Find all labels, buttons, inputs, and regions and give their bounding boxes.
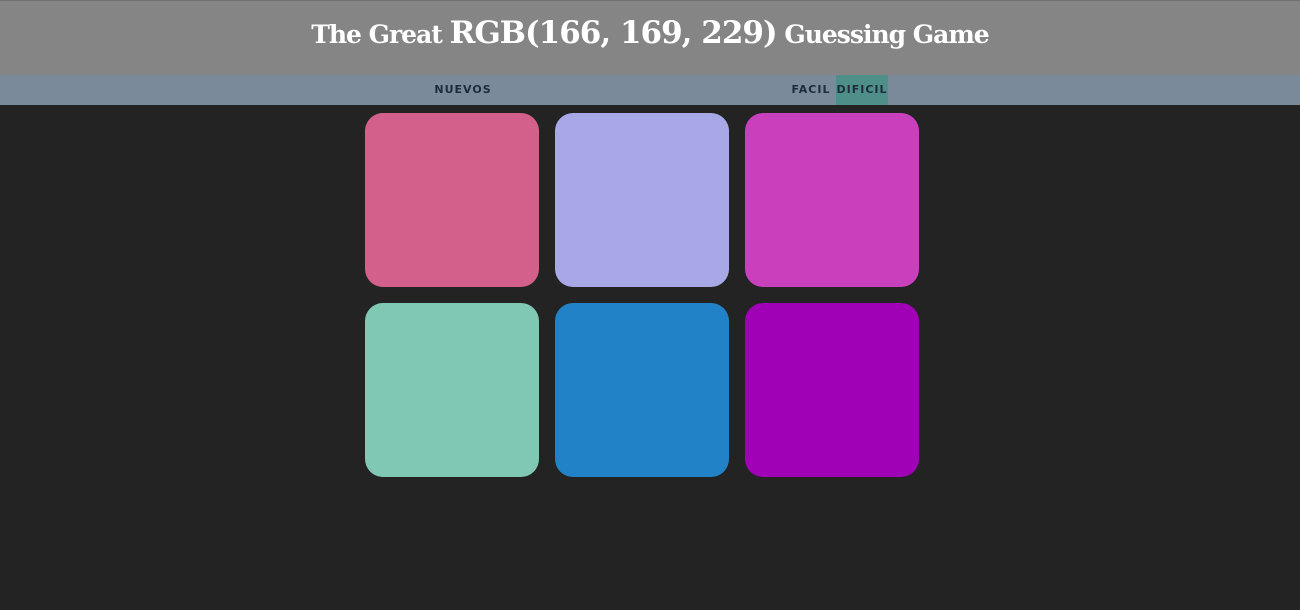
header: The Great RGB(166, 169, 229) Guessing Ga… [0,0,1300,75]
target-rgb-display: RGB(166, 169, 229) [449,15,778,51]
color-square[interactable] [365,303,539,477]
easy-mode-button[interactable]: Facil [788,75,834,105]
title-prefix: The Great [311,20,443,49]
new-colors-button[interactable]: Nuevos Colores [404,75,522,126]
game-title: The Great RGB(166, 169, 229) Guessing Ga… [0,15,1300,51]
color-square[interactable] [745,113,919,287]
color-square[interactable] [555,303,729,477]
color-square[interactable] [555,113,729,287]
color-square[interactable] [365,113,539,287]
hard-mode-button[interactable]: Dificil [836,75,888,105]
title-suffix: Guessing Game [784,20,989,49]
color-board [365,113,920,478]
controls-bar: Nuevos Colores Facil Dificil [0,75,1300,126]
color-square[interactable] [745,303,919,477]
